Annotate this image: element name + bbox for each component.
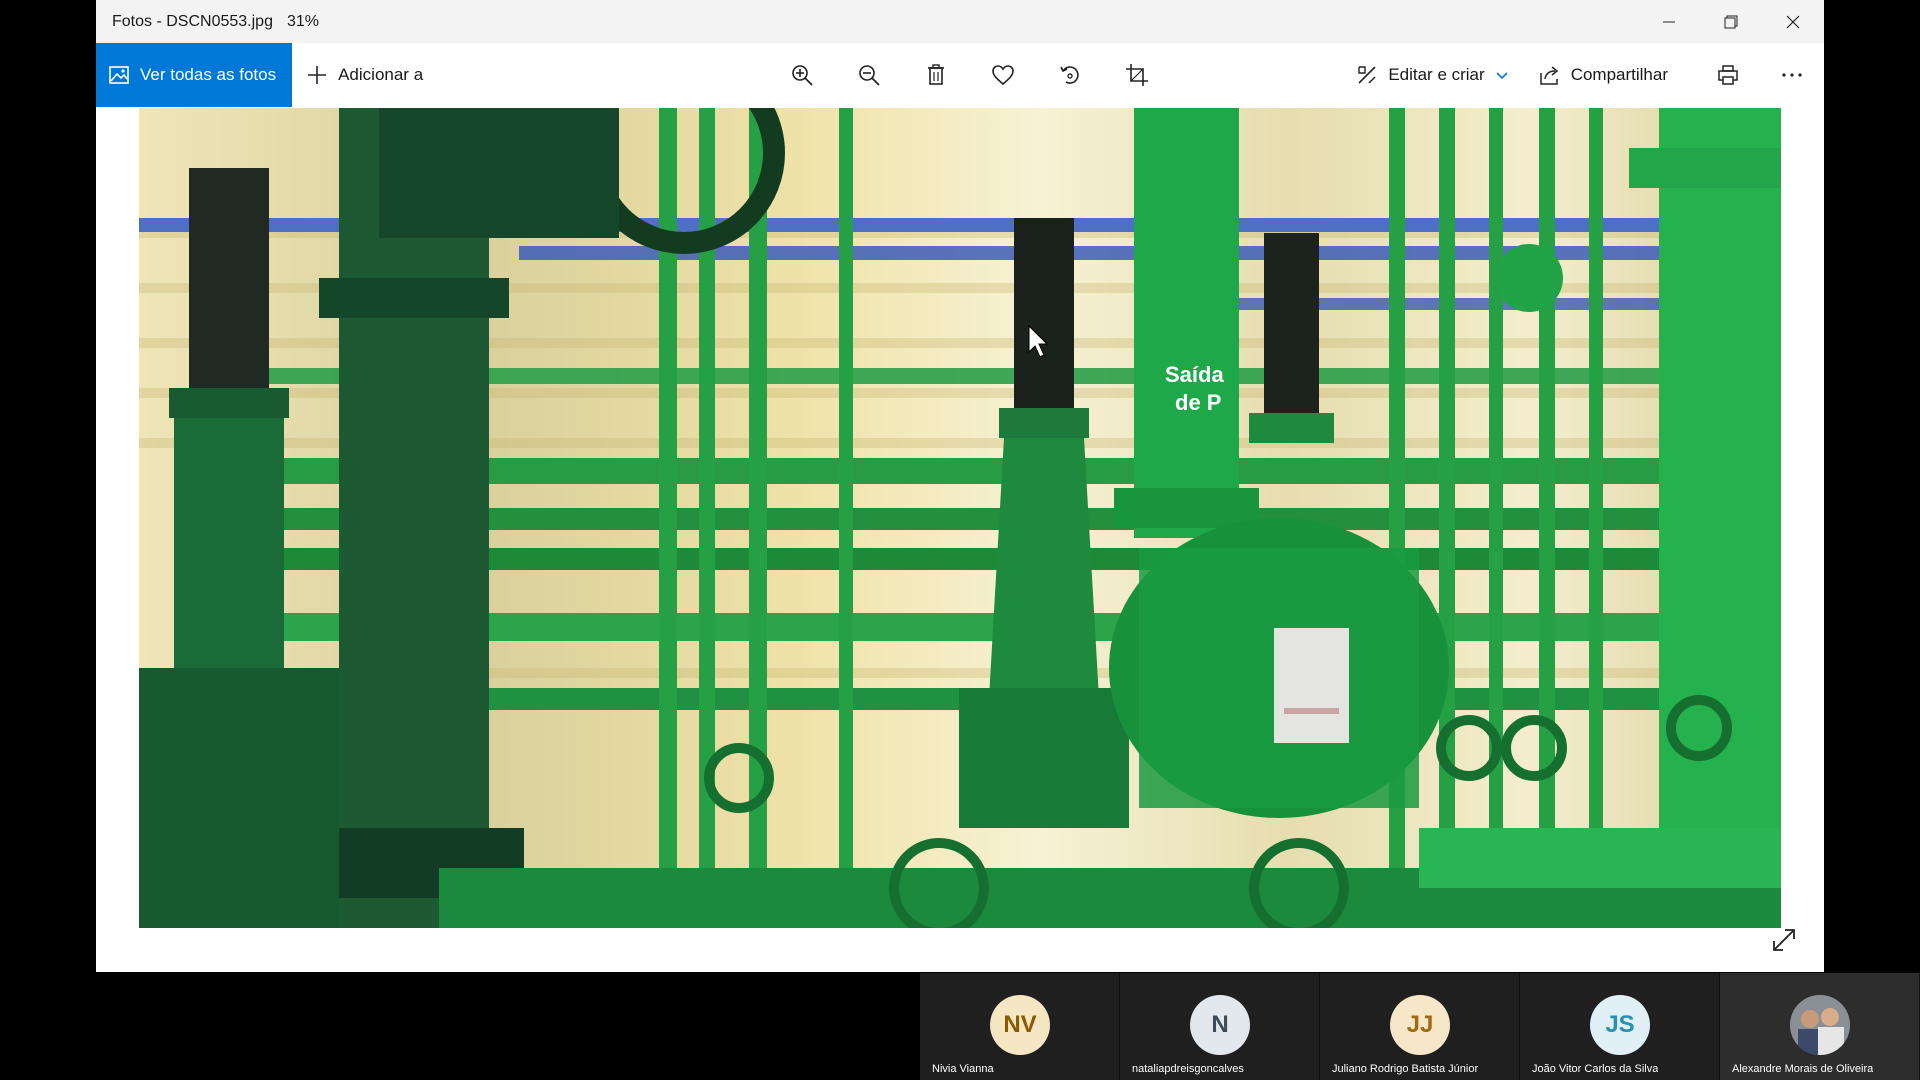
crop-icon — [1125, 64, 1148, 86]
zoom-out-button[interactable] — [835, 43, 902, 107]
industrial-pipes-photo: Saída de P — [139, 108, 1781, 928]
add-to-button[interactable]: Adicionar a — [306, 64, 423, 86]
right-toolbar: Editar e criar Compartilhar — [1356, 43, 1824, 107]
participant-tile[interactable]: JJ Juliano Rodrigo Batista Júnior — [1320, 973, 1520, 1080]
print-icon — [1718, 65, 1738, 85]
zoom-in-button[interactable] — [768, 43, 835, 107]
share-icon — [1539, 66, 1558, 85]
trash-icon — [927, 64, 944, 85]
edit-create-label: Editar e criar — [1388, 65, 1485, 84]
print-button[interactable] — [1702, 43, 1754, 107]
expand-icon — [1773, 929, 1795, 951]
edit-create-icon — [1358, 66, 1376, 84]
participant-avatar: N — [1190, 995, 1250, 1055]
zoom-in-icon — [791, 65, 813, 86]
photo-viewer-image[interactable]: Saída de P — [139, 108, 1781, 928]
photos-icon — [109, 66, 129, 84]
crop-button[interactable] — [1103, 43, 1170, 107]
delete-button[interactable] — [902, 43, 969, 107]
minimize-button[interactable] — [1638, 0, 1700, 43]
heart-icon — [991, 65, 1014, 86]
title-bar[interactable]: Fotos - DSCN0553.jpg 31% — [96, 0, 1824, 43]
participant-tile[interactable]: N nataliapdreisgoncalves — [1120, 973, 1320, 1080]
share-label: Compartilhar — [1570, 65, 1668, 84]
participant-name: Nivia Vianna — [932, 1063, 994, 1075]
participant-photo-avatar — [1790, 995, 1850, 1055]
screen: Fotos - DSCN0553.jpg 31% Ver todas as fo… — [0, 0, 1920, 1080]
add-to-label: Adicionar a — [338, 65, 424, 84]
rotate-icon — [1059, 66, 1079, 84]
view-all-photos-button[interactable]: Ver todas as fotos — [96, 43, 293, 107]
window-controls — [1638, 0, 1824, 43]
more-icon — [1782, 73, 1802, 77]
participant-avatar: JJ — [1390, 995, 1450, 1055]
restore-button[interactable] — [1700, 0, 1762, 43]
restore-icon — [1724, 15, 1738, 28]
fullscreen-button[interactable] — [1770, 926, 1798, 954]
meeting-participants-strip: NV Nivia Vianna N nataliapdreisgoncalves… — [920, 973, 1920, 1080]
participant-name: Juliano Rodrigo Batista Júnior — [1332, 1063, 1479, 1075]
close-button[interactable] — [1762, 0, 1824, 43]
participant-tile[interactable]: NV Nivia Vianna — [920, 973, 1120, 1080]
participant-name: nataliapdreisgoncalves — [1132, 1063, 1244, 1075]
rotate-button[interactable] — [1036, 43, 1103, 107]
more-options-button[interactable] — [1766, 43, 1818, 107]
photos-app-window: Fotos - DSCN0553.jpg 31% Ver todas as fo… — [96, 0, 1824, 972]
pipe-sign-text-1: Saída — [1165, 362, 1224, 387]
chevron-down-icon — [1496, 72, 1508, 80]
participant-avatar: NV — [990, 995, 1050, 1055]
profile-photo-icon — [1790, 995, 1850, 1055]
participant-tile-active[interactable]: Alexandre Morais de Oliveira — [1720, 973, 1920, 1080]
participant-tile[interactable]: JS João Vitor Carlos da Silva — [1520, 973, 1720, 1080]
edit-create-button[interactable]: Editar e criar — [1356, 43, 1508, 107]
pipe-sign-text-2: de P — [1175, 390, 1221, 415]
minimize-icon — [1663, 21, 1675, 22]
image-tools — [768, 43, 1170, 107]
close-icon — [1786, 15, 1800, 28]
window-title: Fotos - DSCN0553.jpg — [112, 12, 273, 30]
view-all-photos-label: Ver todas as fotos — [140, 65, 277, 84]
zoom-level: 31% — [286, 12, 319, 30]
zoom-out-icon — [858, 65, 880, 86]
participant-name: Alexandre Morais de Oliveira — [1732, 1063, 1874, 1075]
plus-icon — [308, 66, 327, 84]
favorite-button[interactable] — [969, 43, 1036, 107]
share-button[interactable]: Compartilhar — [1539, 43, 1668, 107]
toolbar: Ver todas as fotos Adicionar a Editar e … — [96, 43, 1824, 107]
participant-avatar: JS — [1590, 995, 1650, 1055]
participant-name: João Vitor Carlos da Silva — [1532, 1063, 1659, 1075]
